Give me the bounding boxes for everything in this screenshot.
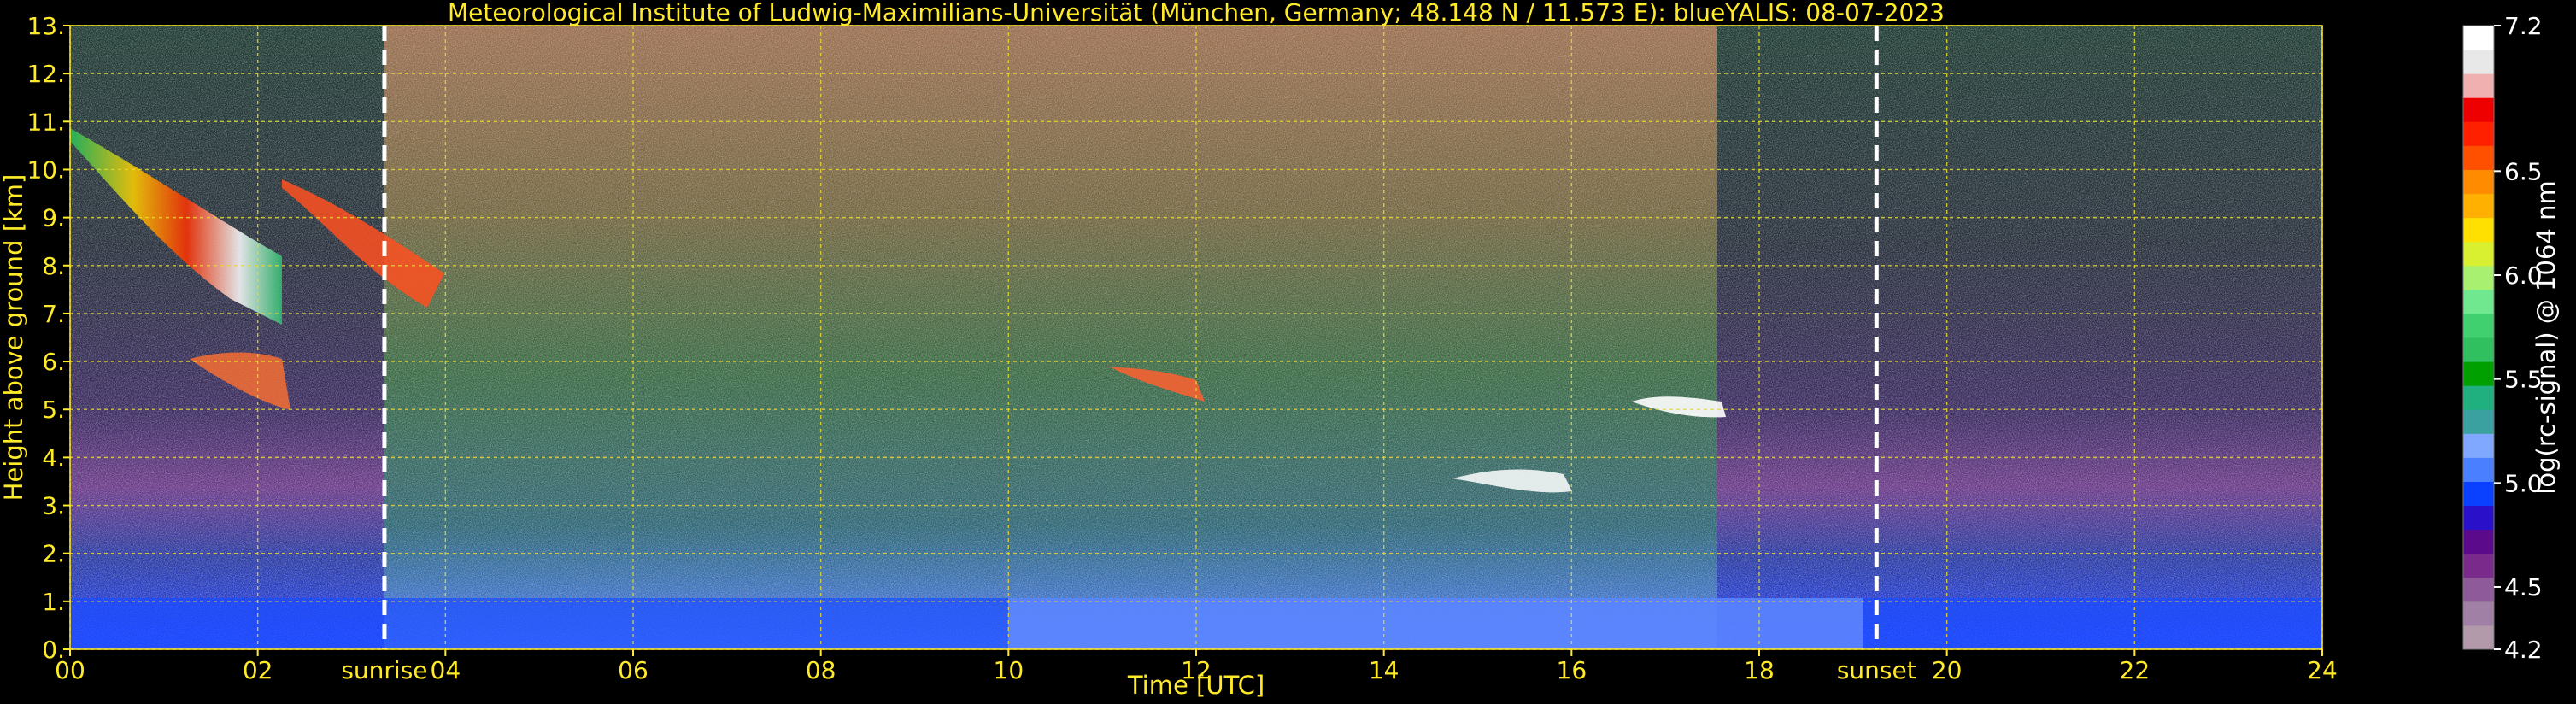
x-axis-title: Time [UTC]	[1127, 671, 1265, 700]
x-tick-label: 24	[2307, 656, 2338, 684]
x-tick-label: 20	[1932, 656, 1963, 684]
colorbar-segment	[2463, 553, 2494, 578]
x-tick-label: 22	[2120, 656, 2151, 684]
y-axis-title: Height above ground [km]	[0, 174, 28, 502]
x-tick-label: 04	[431, 656, 461, 684]
colorbar-segment	[2463, 385, 2494, 410]
colorbar-segment	[2463, 97, 2494, 122]
y-tick-label: 4.	[42, 443, 65, 472]
colorbar	[2463, 26, 2494, 650]
event-label-sunset: sunset	[1837, 656, 1916, 684]
colorbar-segment	[2463, 337, 2494, 362]
colorbar-segment	[2463, 577, 2494, 602]
colorbar-segment	[2463, 241, 2494, 267]
x-tick-label: 10	[994, 656, 1024, 684]
colorbar-tick-label: 4.5	[2504, 573, 2543, 601]
x-tick-label: 18	[1744, 656, 1775, 684]
x-tick-label: 14	[1369, 656, 1399, 684]
x-tick-label: 08	[806, 656, 836, 684]
x-tick-label: 16	[1557, 656, 1587, 684]
lidar-quicklook-chart: sunrise sunset 00 02 04 06 08 10 12 14 16 18 20 22 24…	[0, 0, 2561, 700]
y-tick-label: 7.	[42, 300, 65, 328]
colorbar-segment	[2463, 457, 2494, 482]
y-tick-label: 3.	[42, 492, 65, 520]
colorbar-segment	[2463, 169, 2494, 195]
colorbar-segment	[2463, 433, 2494, 458]
y-axis-ticks: 0. 1. 2. 3. 4. 5. 6. 7. 8. 9. 10. 11. 12. 13.	[26, 12, 70, 664]
colorbar-segment	[2463, 145, 2494, 170]
colorbar-segment	[2463, 50, 2494, 74]
y-tick-label: 12.	[26, 60, 65, 88]
colorbar-segment	[2463, 505, 2494, 531]
y-tick-label: 9.	[42, 204, 65, 232]
colorbar-segment	[2463, 481, 2494, 507]
colorbar-segment	[2463, 313, 2494, 338]
colorbar-segment	[2463, 361, 2494, 386]
colorbar-segment	[2463, 121, 2494, 146]
colorbar-tick-label: 4.2	[2504, 636, 2543, 664]
y-tick-label: 6.	[42, 348, 65, 376]
event-label-sunrise: sunrise	[341, 656, 427, 684]
colorbar-segment	[2463, 193, 2494, 219]
colorbar-segment	[2463, 26, 2494, 50]
plot-area	[70, 26, 2322, 649]
y-tick-label: 8.	[42, 252, 65, 280]
x-tick-label: 02	[243, 656, 273, 684]
y-tick-label: 2.	[42, 540, 65, 568]
colorbar-segment	[2463, 601, 2494, 626]
chart-title: Meteorological Institute of Ludwig-Maxim…	[448, 0, 1945, 26]
colorbar-segment	[2463, 625, 2494, 650]
colorbar-segment	[2463, 409, 2494, 434]
colorbar-segment	[2463, 289, 2494, 314]
colorbar-tick-label: 7.2	[2504, 12, 2543, 40]
y-tick-label: 11.	[26, 108, 65, 136]
x-tick-label: 06	[618, 656, 648, 684]
y-tick-label: 1.	[42, 588, 65, 616]
colorbar-segment	[2463, 265, 2494, 290]
y-tick-label: 13.	[26, 12, 65, 40]
colorbar-segment	[2463, 73, 2494, 98]
y-tick-label: 5.	[42, 396, 65, 424]
y-tick-label: 0.	[42, 636, 65, 664]
colorbar-segment	[2463, 217, 2494, 243]
colorbar-segment	[2463, 529, 2494, 554]
colorbar-title: log(rc-signal) @ 1064 nm	[2532, 180, 2561, 494]
y-tick-label: 10.	[26, 155, 65, 184]
